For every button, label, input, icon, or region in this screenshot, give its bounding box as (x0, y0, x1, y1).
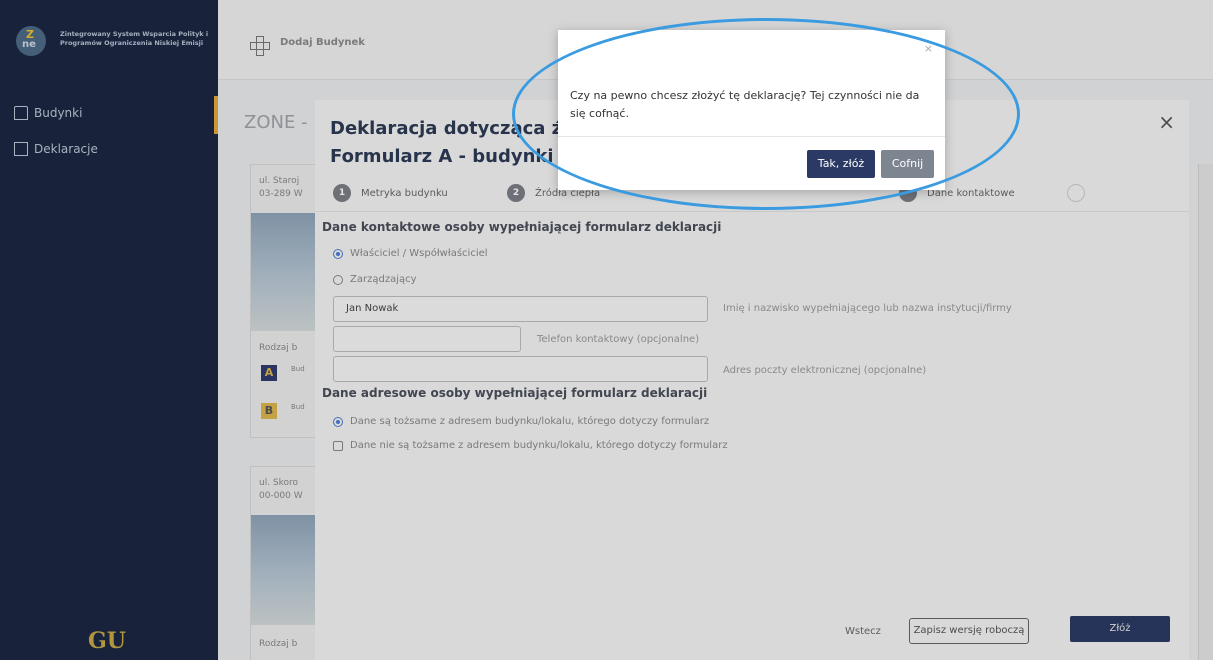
dialog-message: Czy na pewno chcesz złożyć tę deklarację… (570, 89, 920, 120)
dialog-divider (558, 136, 945, 137)
confirm-dialog: × Czy na pewno chcesz złożyć tę deklarac… (558, 30, 945, 190)
confirm-submit-button[interactable]: Tak, złóż (807, 150, 875, 178)
cancel-button[interactable]: Cofnij (881, 150, 934, 178)
dialog-close-icon[interactable]: × (924, 42, 933, 55)
